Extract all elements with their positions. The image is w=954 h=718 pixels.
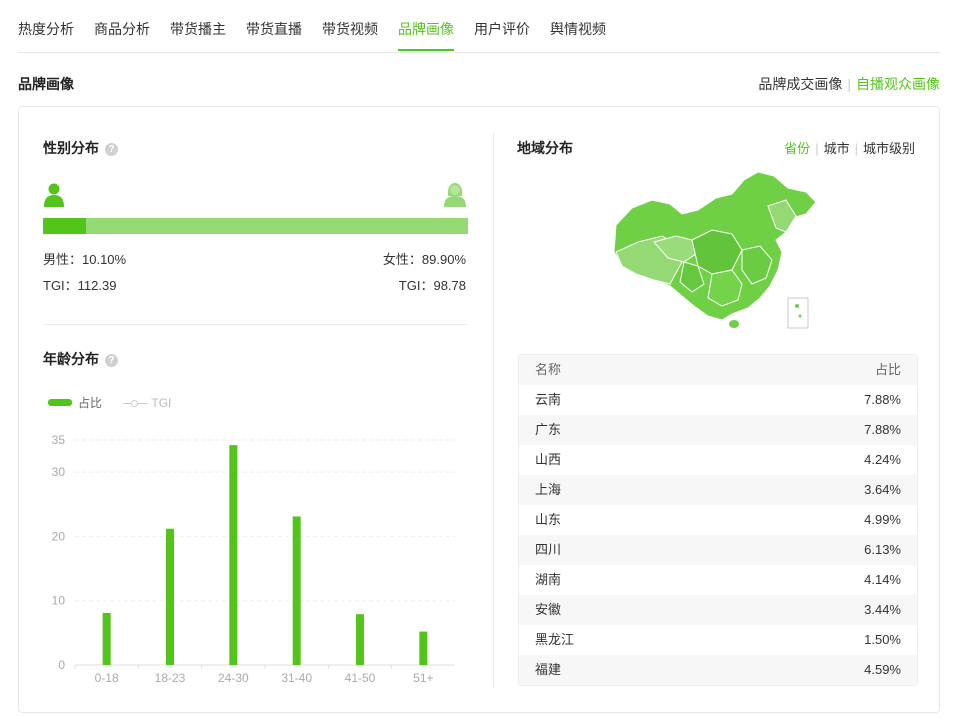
self-live-audience-option[interactable]: 自播观众画像 bbox=[856, 76, 940, 92]
age-chart-legend: 占比 TGI bbox=[48, 394, 171, 411]
legend-tgi-swatch bbox=[123, 400, 148, 407]
region-name: 广东 bbox=[535, 422, 562, 437]
y-tick-label: 20 bbox=[52, 529, 66, 543]
region-name: 山东 bbox=[535, 512, 562, 527]
age-section-title: 年龄分布? bbox=[43, 349, 118, 369]
region-share: 4.14% bbox=[864, 572, 901, 587]
male-share-text: 男性：10.10% bbox=[43, 252, 127, 267]
section-divider bbox=[43, 324, 468, 325]
x-category-label: 18-23 bbox=[155, 671, 186, 682]
region-share: 4.24% bbox=[864, 452, 901, 467]
brand-sales-profile-option[interactable]: 品牌成交画像 bbox=[758, 76, 842, 92]
region-share: 1.50% bbox=[864, 632, 901, 647]
female-tgi-text: TGI：98.78 bbox=[398, 278, 466, 293]
x-category-label: 0-18 bbox=[95, 671, 119, 682]
age-bar[interactable] bbox=[292, 516, 301, 666]
gender-section-title: 性别分布? bbox=[43, 138, 118, 158]
tab-brand-profile[interactable]: 品牌画像 bbox=[398, 19, 454, 39]
region-section-title: 地域分布 bbox=[517, 140, 573, 156]
help-icon[interactable]: ? bbox=[105, 143, 118, 156]
x-category-label: 24-30 bbox=[218, 671, 249, 682]
region-tab-separator: | bbox=[854, 141, 858, 156]
x-category-label: 51+ bbox=[413, 671, 433, 682]
region-name: 四川 bbox=[535, 542, 562, 557]
china-map-icon bbox=[613, 171, 817, 329]
legend-share[interactable]: 占比 bbox=[48, 396, 102, 410]
help-icon[interactable]: ? bbox=[105, 354, 118, 367]
tab-heat-analysis[interactable]: 热度分析 bbox=[18, 19, 74, 39]
region-table-row: 安徽 3.44% bbox=[519, 595, 917, 625]
view-switch: 品牌成交画像 | 自播观众画像 bbox=[758, 74, 940, 94]
region-share: 7.88% bbox=[864, 422, 901, 437]
tab-user-reviews[interactable]: 用户评价 bbox=[474, 19, 530, 39]
region-table-row: 福建 4.59% bbox=[519, 655, 917, 685]
region-table-row: 云南 7.88% bbox=[519, 385, 917, 415]
region-name: 福建 bbox=[535, 662, 562, 677]
tab-sales-live[interactable]: 带货直播 bbox=[246, 19, 302, 39]
region-share: 4.59% bbox=[864, 662, 901, 677]
region-name: 云南 bbox=[535, 392, 562, 407]
y-tick-label: 35 bbox=[52, 433, 66, 447]
region-name: 山西 bbox=[535, 452, 562, 467]
age-bar-chart: 0 10 20 30 35 0-18 18-23 24-30 31-40 41-50 51+ bbox=[52, 433, 455, 682]
region-tabs: 省份 | 城市 | 城市级别 bbox=[784, 138, 915, 157]
tab-sales-video[interactable]: 带货视频 bbox=[322, 19, 378, 39]
top-tab-bar: 热度分析 商品分析 带货播主 带货直播 带货视频 品牌画像 用户评价 舆情视频 bbox=[18, 0, 940, 53]
gender-ratio-bar bbox=[43, 218, 468, 234]
region-share: 4.99% bbox=[864, 512, 901, 527]
x-category-label: 41-50 bbox=[345, 671, 376, 682]
region-tab-city-level[interactable]: 城市级别 bbox=[863, 141, 915, 156]
age-bar[interactable] bbox=[419, 631, 428, 665]
region-table-row: 湖南 4.14% bbox=[519, 565, 917, 595]
active-tab-underline bbox=[398, 49, 454, 51]
region-tab-province[interactable]: 省份 bbox=[784, 141, 810, 156]
y-tick-label: 0 bbox=[58, 658, 65, 672]
y-tick-label: 10 bbox=[52, 594, 66, 608]
legend-tgi[interactable]: TGI bbox=[123, 396, 171, 410]
female-share-text: 女性：89.90% bbox=[382, 252, 466, 267]
x-category-label: 31-40 bbox=[281, 671, 312, 682]
age-bar[interactable] bbox=[229, 445, 238, 665]
region-name: 上海 bbox=[535, 482, 562, 497]
region-name: 安徽 bbox=[535, 602, 562, 617]
tab-sentiment-video[interactable]: 舆情视频 bbox=[550, 19, 606, 39]
y-tick-label: 30 bbox=[52, 465, 66, 479]
age-bar[interactable] bbox=[102, 612, 111, 665]
region-table-row: 山西 4.24% bbox=[519, 445, 917, 475]
age-bar[interactable] bbox=[356, 614, 364, 665]
region-table-row: 上海 3.64% bbox=[519, 475, 917, 505]
region-share: 3.64% bbox=[864, 482, 901, 497]
gender-ratio-male-fill bbox=[43, 218, 86, 234]
region-name: 湖南 bbox=[535, 572, 562, 587]
region-share: 6.13% bbox=[864, 542, 901, 557]
age-bar[interactable] bbox=[166, 528, 174, 665]
region-table: 名称 占比 云南 7.88% 广东 7.88% 山西 4.24% 上海 3.64% 山东 4.99… bbox=[518, 354, 918, 686]
user-male-icon bbox=[44, 183, 64, 207]
male-tgi-text: TGI：112.39 bbox=[43, 278, 117, 293]
tab-product-analysis[interactable]: 商品分析 bbox=[94, 19, 150, 39]
legend-share-swatch bbox=[48, 399, 72, 406]
column-divider bbox=[493, 132, 494, 687]
header-share: 占比 bbox=[874, 362, 901, 377]
region-table-row: 四川 6.13% bbox=[519, 535, 917, 565]
region-table-row: 黑龙江 1.50% bbox=[519, 625, 917, 655]
header-name: 名称 bbox=[535, 362, 562, 377]
region-tab-separator: | bbox=[815, 141, 819, 156]
region-share: 7.88% bbox=[864, 392, 901, 407]
region-table-header: 名称 占比 bbox=[519, 355, 917, 385]
page-title: 品牌画像 bbox=[18, 76, 74, 92]
region-share: 3.44% bbox=[864, 602, 901, 617]
tab-sales-creators[interactable]: 带货播主 bbox=[170, 19, 226, 39]
region-table-row: 广东 7.88% bbox=[519, 415, 917, 445]
region-name: 黑龙江 bbox=[535, 632, 575, 647]
user-female-icon bbox=[444, 183, 466, 207]
region-table-row: 山东 4.99% bbox=[519, 505, 917, 535]
view-switch-separator: | bbox=[847, 76, 851, 92]
region-tab-city[interactable]: 城市 bbox=[824, 141, 850, 156]
